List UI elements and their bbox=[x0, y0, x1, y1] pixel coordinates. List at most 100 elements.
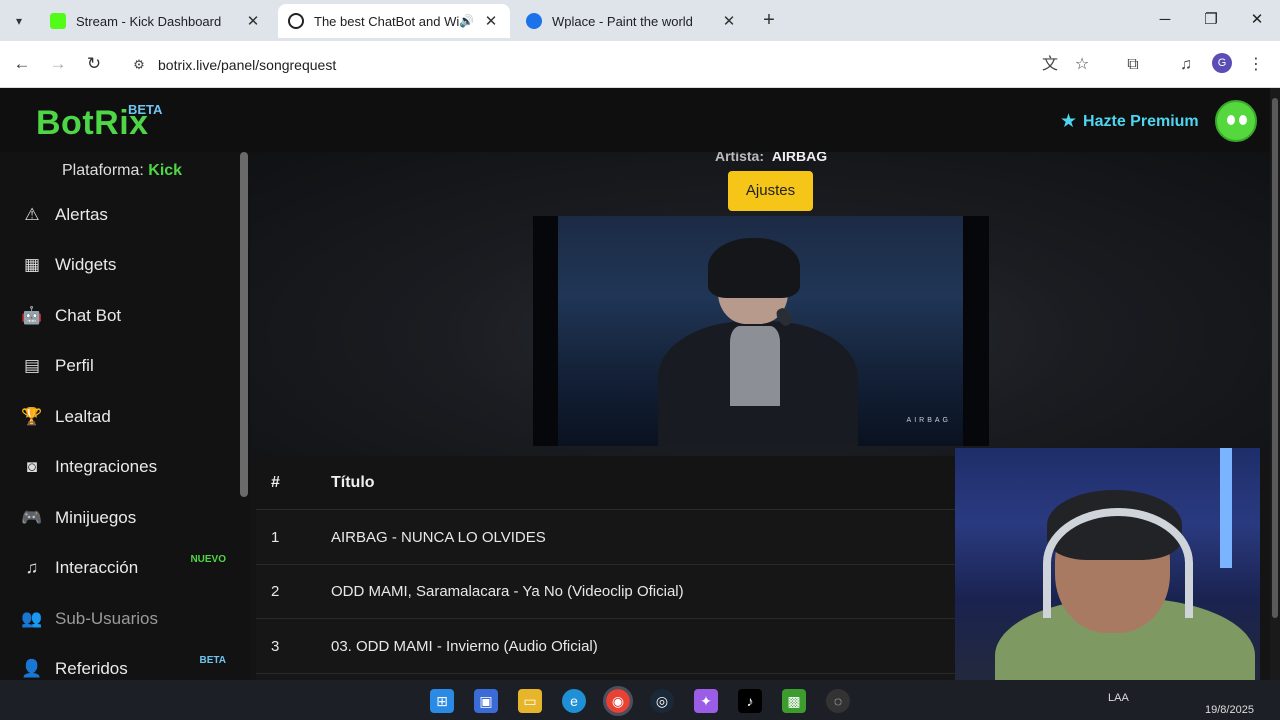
obs-icon[interactable]: ◌ bbox=[826, 689, 850, 713]
settings-button[interactable]: Ajustes bbox=[728, 171, 813, 211]
tab-title: Wplace - Paint the world bbox=[552, 13, 693, 29]
sidebar-item-sub-usuarios[interactable]: 👥 Sub-Usuarios bbox=[20, 603, 230, 635]
chrome-icon[interactable]: ◉ bbox=[603, 686, 633, 716]
robot-icon: 🤖 bbox=[21, 306, 43, 325]
music-icon: ♫ bbox=[25, 558, 39, 577]
row-number: 1 bbox=[271, 529, 280, 546]
logo-beta-badge: BETA bbox=[128, 102, 163, 117]
player-backdrop: Artista: AIRBAG Ajustes AIRBAG bbox=[250, 152, 1270, 456]
tab-botrix[interactable]: The best ChatBot and Widg 🔊 ✕ bbox=[278, 4, 510, 38]
close-tab-icon[interactable]: ✕ bbox=[482, 12, 500, 30]
sidebar-item-label: Chat Bot bbox=[55, 306, 122, 325]
trophy-icon: 🏆 bbox=[21, 407, 43, 426]
table-row[interactable]: 2 ODD MAMI, Saramalacara - Ya No (Videoc… bbox=[256, 565, 956, 619]
back-button[interactable]: ← bbox=[10, 53, 34, 77]
sidebar-item-label: Alertas bbox=[55, 205, 108, 224]
tab-kick-dashboard[interactable]: Stream - Kick Dashboard ✕ bbox=[40, 4, 272, 38]
file-explorer-icon[interactable]: ▭ bbox=[518, 689, 542, 713]
tiktok-icon[interactable]: ♪ bbox=[738, 689, 762, 713]
site-info-icon[interactable]: ⚙ bbox=[124, 57, 154, 73]
row-title: 03. ODD MAMI - Invierno (Audio Oficial) bbox=[331, 638, 598, 655]
sidebar-item-referidos[interactable]: 👤 Referidos BETA bbox=[20, 653, 230, 680]
language-indicator[interactable]: LAA bbox=[1108, 692, 1129, 704]
reload-button[interactable]: ↻ bbox=[82, 53, 106, 77]
platform-indicator: Plataforma: Kick bbox=[62, 162, 182, 180]
botrix-favicon-icon bbox=[288, 13, 304, 29]
tab-title: Stream - Kick Dashboard bbox=[76, 13, 222, 29]
sidebar-item-label: Minijuegos bbox=[55, 508, 137, 527]
sidebar-item-lealtad[interactable]: 🏆 Lealtad bbox=[20, 401, 230, 433]
copilot-icon[interactable]: ✦ bbox=[694, 689, 718, 713]
kick-favicon-icon bbox=[50, 13, 66, 29]
store-icon[interactable]: ▣ bbox=[474, 689, 498, 713]
sidebar-item-integraciones[interactable]: ◙ Integraciones bbox=[20, 451, 230, 483]
clock-date[interactable]: 19/8/2025 bbox=[1205, 704, 1254, 716]
close-window-button[interactable]: ✕ bbox=[1242, 8, 1272, 32]
page-scrollbar[interactable] bbox=[1270, 88, 1280, 680]
video-watermark: AIRBAG bbox=[906, 417, 951, 424]
translate-icon[interactable]: 文 bbox=[1038, 53, 1062, 77]
row-number: 2 bbox=[271, 583, 280, 600]
globe-favicon-icon bbox=[526, 13, 542, 29]
start-windows-icon[interactable]: ⊞ bbox=[430, 689, 454, 713]
sidebar: Plataforma: Kick ⚠ Alertas ▦ Widgets 🤖 C… bbox=[0, 152, 250, 680]
bookmark-star-icon[interactable]: ☆ bbox=[1070, 53, 1094, 77]
forward-button[interactable]: → bbox=[46, 53, 70, 77]
premium-label: Hazte Premium bbox=[1083, 112, 1199, 130]
sidebar-item-label: Lealtad bbox=[55, 407, 111, 426]
browser-tab-bar: ▾ Stream - Kick Dashboard ✕ The best Cha… bbox=[0, 0, 1280, 41]
user-avatar[interactable] bbox=[1215, 100, 1257, 142]
sidebar-item-minijuegos[interactable]: 🎮 Minijuegos bbox=[20, 502, 230, 534]
sidebar-item-widgets[interactable]: ▦ Widgets bbox=[20, 249, 230, 281]
new-tab-button[interactable]: + bbox=[756, 8, 782, 34]
song-queue-table: # Título 1 AIRBAG - NUNCA LO OLVIDES 2 O… bbox=[256, 456, 956, 680]
table-row[interactable]: 3 03. ODD MAMI - Invierno (Audio Oficial… bbox=[256, 620, 956, 674]
row-title: AIRBAG - NUNCA LO OLVIDES bbox=[331, 529, 546, 546]
artist-value: AIRBAG bbox=[771, 152, 828, 164]
users-icon: 👥 bbox=[21, 609, 43, 628]
restore-button[interactable]: ❐ bbox=[1196, 8, 1226, 32]
sidebar-item-label: Widgets bbox=[55, 255, 117, 274]
address-bar[interactable]: ⚙ botrix.live/panel/songrequest bbox=[118, 48, 1108, 82]
row-title: ODD MAMI, Saramalacara - Ya No (Videocli… bbox=[331, 583, 684, 600]
platform-label: Plataforma: bbox=[62, 162, 144, 179]
sidebar-item-chat-bot[interactable]: 🤖 Chat Bot bbox=[20, 300, 230, 332]
platform-value: Kick bbox=[148, 162, 183, 179]
tab-search-chevron-icon[interactable]: ▾ bbox=[8, 10, 30, 32]
premium-link[interactable]: ★ Hazte Premium bbox=[1060, 110, 1199, 133]
tab-title: The best ChatBot and Widg bbox=[314, 13, 460, 29]
id-card-icon: ▤ bbox=[23, 356, 41, 375]
speaker-icon[interactable]: 🔊 bbox=[459, 14, 474, 28]
minecraft-icon[interactable]: ▩ bbox=[782, 689, 806, 713]
taskbar: ⊞ ▣ ▭ e ◉ ◎ ✦ ♪ ▩ ◌ LAA 19/8/2025 bbox=[0, 680, 1280, 720]
headset-icon bbox=[1043, 508, 1193, 618]
address-toolbar: ← → ↻ ⚙ botrix.live/panel/songrequest 文 … bbox=[0, 41, 1280, 88]
column-title: Título bbox=[331, 474, 375, 491]
sidebar-scrollbar[interactable] bbox=[240, 152, 248, 497]
menu-kebab-icon[interactable]: ⋮ bbox=[1244, 53, 1268, 77]
media-control-icon[interactable]: ♫ bbox=[1174, 53, 1198, 77]
minimize-button[interactable]: ─ bbox=[1150, 8, 1180, 32]
close-tab-icon[interactable]: ✕ bbox=[720, 12, 738, 30]
close-tab-icon[interactable]: ✕ bbox=[244, 12, 262, 30]
sidebar-item-label: Perfil bbox=[55, 356, 94, 375]
row-number: 3 bbox=[271, 638, 280, 655]
profile-avatar[interactable]: G bbox=[1212, 53, 1232, 73]
video-player[interactable]: AIRBAG bbox=[533, 216, 989, 446]
steam-icon[interactable]: ◎ bbox=[650, 689, 674, 713]
edge-icon[interactable]: e bbox=[562, 689, 586, 713]
sidebar-item-label: Integraciones bbox=[55, 457, 158, 476]
sidebar-item-perfil[interactable]: ▤ Perfil bbox=[20, 350, 230, 382]
discord-icon: ◙ bbox=[26, 457, 38, 476]
extensions-icon[interactable]: ⧉ bbox=[1121, 53, 1145, 77]
table-header: # Título bbox=[256, 456, 956, 510]
tab-wplace[interactable]: Wplace - Paint the world ✕ bbox=[516, 4, 748, 38]
grid-icon: ▦ bbox=[23, 255, 41, 274]
url-text: botrix.live/panel/songrequest bbox=[158, 57, 337, 73]
new-badge: NUEVO bbox=[190, 554, 226, 565]
app-header: BotRix BETA ★ Hazte Premium bbox=[0, 88, 1270, 152]
sidebar-item-label: Referidos bbox=[55, 659, 128, 678]
sidebar-item-interaccion[interactable]: ♫ Interacción NUEVO bbox=[20, 552, 230, 584]
sidebar-item-alertas[interactable]: ⚠ Alertas bbox=[20, 199, 230, 231]
table-row[interactable]: 1 AIRBAG - NUNCA LO OLVIDES bbox=[256, 511, 956, 565]
